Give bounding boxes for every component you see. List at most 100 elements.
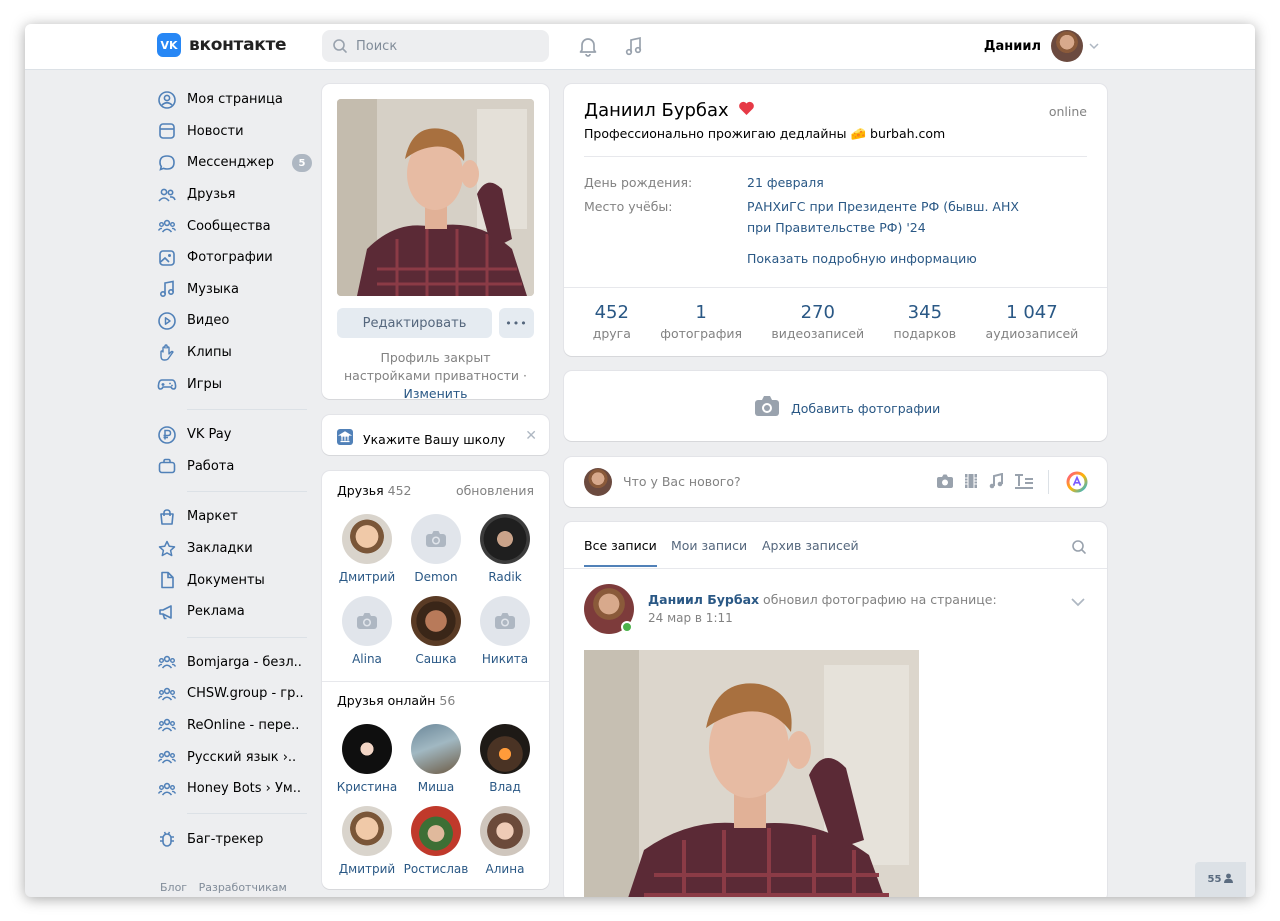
post-menu-chevron-icon[interactable] <box>1071 596 1085 611</box>
study-value[interactable]: РАНХиГС при Президенте РФ (бывш. АНХ при… <box>747 196 1047 238</box>
profile-counter[interactable]: 345 подарков <box>894 302 957 341</box>
privacy-change-link[interactable]: Изменить <box>403 386 467 401</box>
composer-avatar <box>584 468 612 496</box>
post-author-link[interactable]: Даниил Бурбах <box>648 592 759 607</box>
attach-photo-icon[interactable] <box>936 473 954 493</box>
top-bar: VK вконтакте Даниил <box>25 24 1255 70</box>
all-friend[interactable]: Radik <box>470 514 540 584</box>
counter-label: видеозаписей <box>771 326 865 341</box>
search-input[interactable] <box>356 38 536 54</box>
edit-profile-button[interactable]: Редактировать <box>337 308 492 338</box>
all-friend[interactable]: Alina <box>332 596 402 666</box>
all-friend[interactable]: Дмитрий <box>332 514 402 584</box>
sidebar-item-clips[interactable]: Клипы <box>157 337 312 369</box>
sidebar-item-music[interactable]: Музыка <box>157 274 312 306</box>
sidebar-item-label: Закладки <box>187 541 253 557</box>
user-menu[interactable]: Даниил <box>984 30 1099 62</box>
all-friend[interactable]: Сашка <box>401 596 471 666</box>
music-player-icon[interactable] <box>621 33 647 59</box>
add-photo-button[interactable]: Добавить фотографии <box>754 395 940 421</box>
market-icon <box>157 507 177 527</box>
online-friends-title: Друзья онлайн <box>337 693 436 708</box>
sidebar-item-groups[interactable]: Honey Bots › Ум.. <box>157 773 312 805</box>
birthday-value[interactable]: 21 февраля <box>747 172 1047 193</box>
wall-search-icon[interactable] <box>1071 539 1087 559</box>
post-title-line: Даниил Бурбах обновил фотографию на стра… <box>648 592 997 607</box>
composer-input[interactable]: Что у Вас нового? <box>623 474 741 489</box>
notifications-bell-icon[interactable] <box>575 33 601 59</box>
sidebar-item-groups[interactable]: Сообщества <box>157 210 312 242</box>
friends-updates-link[interactable]: обновления <box>456 483 534 498</box>
sidebar-item-newsfeed[interactable]: Новости <box>157 116 312 148</box>
all-friend[interactable]: Demon <box>401 514 471 584</box>
sidebar-item-photo[interactable]: Фотографии <box>157 242 312 274</box>
post-timestamp[interactable]: 24 мар в 1:11 <box>648 611 997 625</box>
online-friend[interactable]: Влад <box>470 724 540 794</box>
blog-link[interactable]: Блог <box>160 881 187 894</box>
groups-icon <box>157 652 177 672</box>
counter-value: 1 <box>695 302 707 323</box>
online-friends-count: 56 <box>439 693 456 708</box>
tab-archive[interactable]: Архив записей <box>762 538 859 567</box>
sidebar-item-friends[interactable]: Друзья <box>157 179 312 211</box>
profile-counter[interactable]: 452 друга <box>593 302 631 341</box>
attach-video-icon[interactable] <box>963 473 979 493</box>
post-author-avatar[interactable] <box>584 584 634 634</box>
sidebar-item-label: CHSW.group - гр.. <box>187 686 304 702</box>
sidebar-item-message[interactable]: Мессенджер 5 <box>157 147 312 179</box>
article-icon[interactable] <box>1014 473 1034 493</box>
vk-assistant-icon[interactable] <box>1066 471 1088 497</box>
sidebar-item-groups[interactable]: CHSW.group - гр.. <box>157 678 312 710</box>
online-friends-header[interactable]: Друзья онлайн 56 <box>337 693 455 708</box>
close-icon[interactable]: ✕ <box>525 428 537 444</box>
tab-my-posts[interactable]: Мои записи <box>671 538 747 567</box>
sidebar-item-star[interactable]: Закладки <box>157 533 312 565</box>
friend-name: Demon <box>414 570 458 584</box>
friends-header[interactable]: Друзья 452 <box>337 483 412 498</box>
sidebar-item-market[interactable]: Маркет <box>157 501 312 533</box>
camera-placeholder-icon <box>480 596 530 646</box>
sidebar-item-ads[interactable]: Реклама <box>157 596 312 628</box>
profile-photo[interactable] <box>337 99 534 296</box>
camera-icon <box>754 395 780 421</box>
sidebar-item-gamepad[interactable]: Игры <box>157 368 312 400</box>
add-photo-card[interactable]: Добавить фотографии <box>564 371 1107 441</box>
camera-placeholder-icon <box>342 596 392 646</box>
vk-logo[interactable]: VK вконтакте <box>157 33 287 57</box>
online-friend[interactable]: Кристина <box>332 724 402 794</box>
sidebar-item-user-circle[interactable]: Моя страница <box>157 84 312 116</box>
sidebar-item-video[interactable]: Видео <box>157 305 312 337</box>
post-photo[interactable] <box>584 650 919 897</box>
sidebar-item-groups[interactable]: ReOnline - пере.. <box>157 710 312 742</box>
more-actions-button[interactable]: ••• <box>499 308 534 338</box>
sidebar-item-label: Работа <box>187 458 235 474</box>
school-prompt-card[interactable]: Укажите Вашу школу ✕ <box>322 415 549 455</box>
online-friend[interactable]: Алина <box>470 806 540 876</box>
developers-link[interactable]: Разработчикам <box>199 881 287 894</box>
profile-counter[interactable]: 1 047 аудиозаписей <box>986 302 1079 341</box>
sidebar-item-vkpay[interactable]: VK Pay <box>157 419 312 451</box>
sidebar-item-document[interactable]: Документы <box>157 564 312 596</box>
profile-counters: 452 друга 1 фотография 270 видеозаписей 345 под… <box>564 302 1107 341</box>
show-more-info-link[interactable]: Показать подробную информацию <box>747 248 1047 269</box>
birthday-label: День рождения: <box>584 175 693 190</box>
profile-counter[interactable]: 1 фотография <box>660 302 742 341</box>
profile-status[interactable]: Профессионально прожигаю дедлайны 🧀 burb… <box>584 126 945 142</box>
online-friend[interactable]: Дмитрий <box>332 806 402 876</box>
sidebar-item-label: Фотографии <box>187 250 273 266</box>
search-box[interactable] <box>322 30 549 62</box>
divider <box>1048 470 1049 494</box>
sidebar-item-groups[interactable]: Русский язык ›.. <box>157 741 312 773</box>
browser-window: VK вконтакте Даниил Моя страницаНовостиМ… <box>25 24 1255 897</box>
sidebar-item-bug[interactable]: Баг-трекер <box>157 823 312 855</box>
tab-all-posts[interactable]: Все записи <box>584 538 657 567</box>
profile-counter[interactable]: 270 видеозаписей <box>771 302 864 341</box>
all-friend[interactable]: Никита <box>470 596 540 666</box>
sidebar-item-work[interactable]: Работа <box>157 451 312 483</box>
message-icon <box>157 153 177 173</box>
online-friend[interactable]: Миша <box>401 724 471 794</box>
sidebar-item-groups[interactable]: Bomjarga - безл.. <box>157 647 312 679</box>
online-friends-widget[interactable]: 55 <box>1195 862 1246 897</box>
attach-music-icon[interactable] <box>988 472 1004 493</box>
online-friend[interactable]: Ростислав <box>401 806 471 876</box>
